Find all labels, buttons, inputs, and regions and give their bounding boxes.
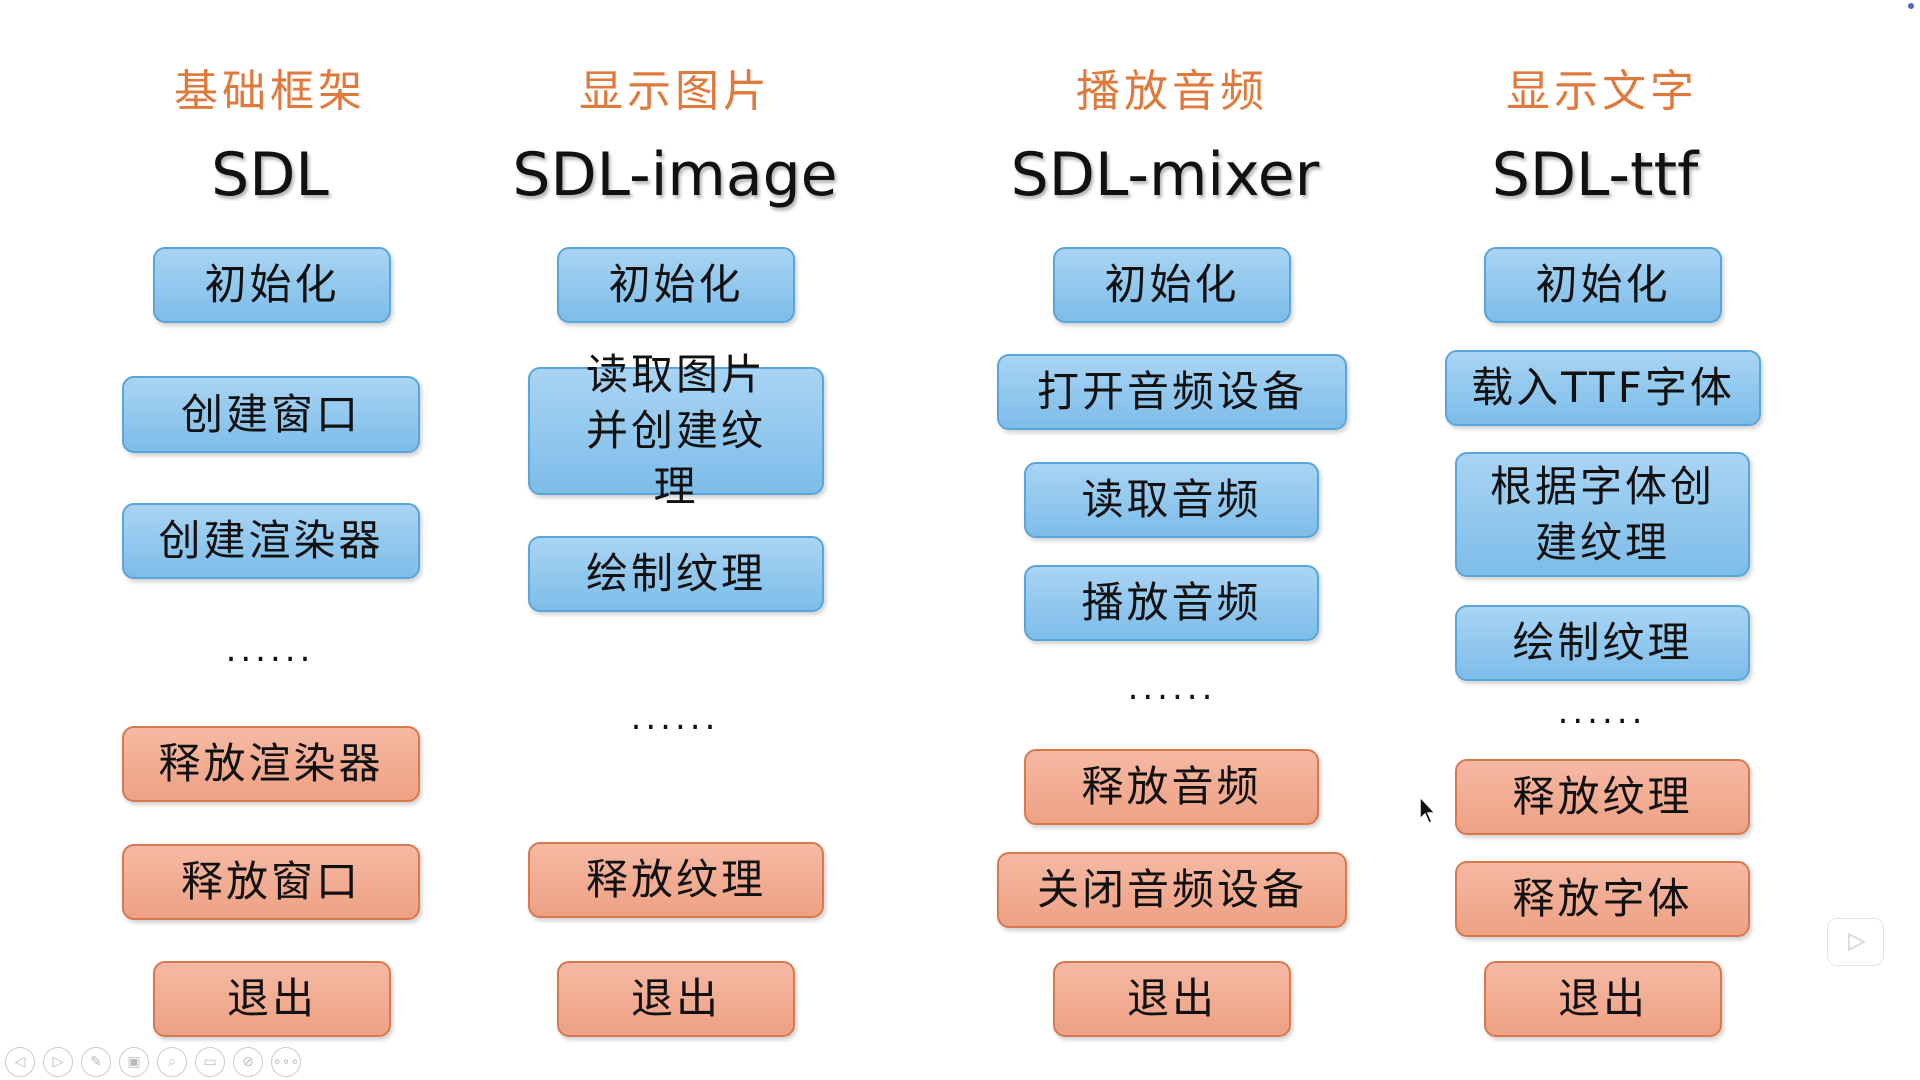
- video-play-button[interactable]: [1827, 918, 1884, 966]
- step-box: 绘制纹理: [528, 536, 824, 612]
- slides-icon[interactable]: ▣: [119, 1047, 149, 1077]
- step-box: 根据字体创建纹理: [1455, 452, 1750, 577]
- step-box: 退出: [153, 961, 391, 1037]
- step-box: 创建渲染器: [122, 503, 420, 579]
- library-name: SDL-ttf: [1491, 140, 1699, 210]
- play-icon: [1847, 932, 1866, 952]
- step-box: 退出: [1053, 961, 1291, 1037]
- zoom-icon[interactable]: ⌕: [157, 1047, 187, 1077]
- library-name: SDL-mixer: [1010, 140, 1320, 210]
- step-box: 退出: [1484, 961, 1722, 1037]
- step-box: 释放纹理: [528, 842, 824, 918]
- step-box: 释放渲染器: [122, 726, 420, 802]
- ellipsis: ......: [1557, 692, 1647, 732]
- camera-off-icon[interactable]: ⊘: [233, 1047, 263, 1077]
- category-title: 基础框架: [174, 66, 366, 117]
- step-box: 读取图片并创建纹理: [528, 350, 824, 511]
- category-title: 播放音频: [1076, 66, 1268, 117]
- step-box: 读取音频: [1024, 462, 1319, 538]
- previous-icon[interactable]: ◁: [5, 1047, 35, 1077]
- step-box: 退出: [557, 961, 795, 1037]
- step-box: 释放窗口: [122, 844, 420, 920]
- ellipsis: ......: [630, 698, 720, 738]
- step-box: 播放音频: [1024, 565, 1319, 641]
- pen-icon[interactable]: ✎: [81, 1047, 111, 1077]
- library-name: SDL-image: [512, 140, 838, 210]
- library-name: SDL: [211, 140, 329, 210]
- ellipsis: ......: [1127, 668, 1217, 708]
- step-box: 初始化: [557, 247, 795, 323]
- step-box: 释放字体: [1455, 861, 1750, 937]
- step-box: 初始化: [153, 247, 391, 323]
- category-title: 显示文字: [1506, 66, 1698, 117]
- next-icon[interactable]: ▷: [43, 1047, 73, 1077]
- ellipsis: ......: [225, 630, 315, 670]
- step-box: 初始化: [1484, 247, 1722, 323]
- step-box: 初始化: [1053, 247, 1291, 323]
- step-box: 打开音频设备: [997, 354, 1347, 430]
- mouse-cursor-icon: [1419, 795, 1437, 824]
- step-box: 绘制纹理: [1455, 605, 1750, 681]
- subtitles-icon[interactable]: ▭: [195, 1047, 225, 1077]
- more-icon[interactable]: ∘∘∘: [271, 1047, 301, 1077]
- indicator-dot: [1908, 3, 1914, 9]
- step-box: 关闭音频设备: [997, 852, 1347, 928]
- step-box: 载入TTF字体: [1445, 350, 1761, 426]
- step-box: 创建窗口: [122, 376, 420, 453]
- step-box: 释放音频: [1024, 749, 1319, 825]
- category-title: 显示图片: [579, 66, 771, 117]
- step-box: 释放纹理: [1455, 759, 1750, 835]
